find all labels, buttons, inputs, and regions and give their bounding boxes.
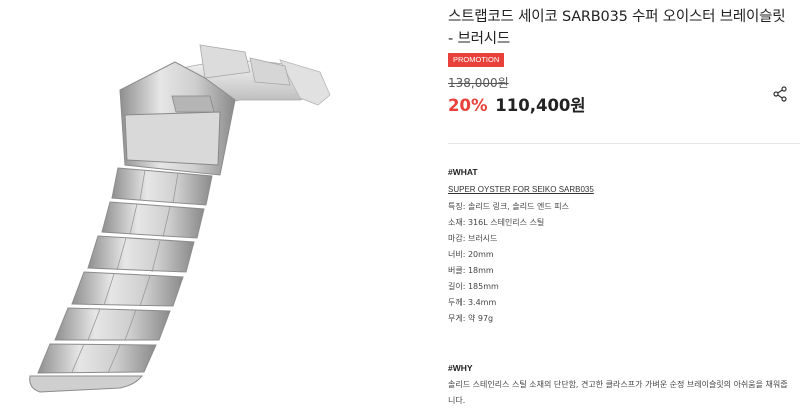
share-icon[interactable]	[772, 86, 788, 102]
promotion-badge: PROMOTION	[448, 53, 505, 67]
bracelet-illustration	[29, 44, 331, 393]
spec-width: 너비: 20mm	[448, 250, 494, 259]
spec-feature: 특징: 솔리드 링크, 솔리드 엔드 피스	[448, 202, 569, 211]
what-heading: #WHAT	[448, 167, 478, 177]
product-title: 스트랩코드 세이코 SARB035 수퍼 오이스터 브레이슬릿 - 브러시드	[448, 9, 786, 47]
why-description: 솔리드 스테인리스 스틸 소재의 단단함, 견고한 클라스프가 가벼운 순정 브…	[448, 380, 788, 405]
spec-buckle: 버클: 18mm	[448, 266, 494, 275]
why-heading: #WHY	[448, 363, 473, 373]
spec-weight: 무게: 약 97g	[448, 314, 494, 323]
product-image[interactable]	[0, 0, 360, 410]
sale-price: 110,400원	[495, 96, 586, 115]
price-row: 20% 110,400원	[448, 92, 586, 116]
original-price: 138,000원	[448, 76, 509, 90]
spec-thickness: 두께: 3.4mm	[448, 298, 497, 307]
spec-material: 소재: 316L 스테인리스 스틸	[448, 218, 545, 227]
product-link[interactable]: SUPER OYSTER FOR SEIKO SARB035	[448, 185, 594, 194]
section-divider	[448, 143, 800, 144]
spec-length: 길이: 185mm	[448, 282, 499, 291]
spec-finish: 마감: 브러시드	[448, 234, 498, 243]
discount-rate: 20%	[448, 96, 488, 115]
